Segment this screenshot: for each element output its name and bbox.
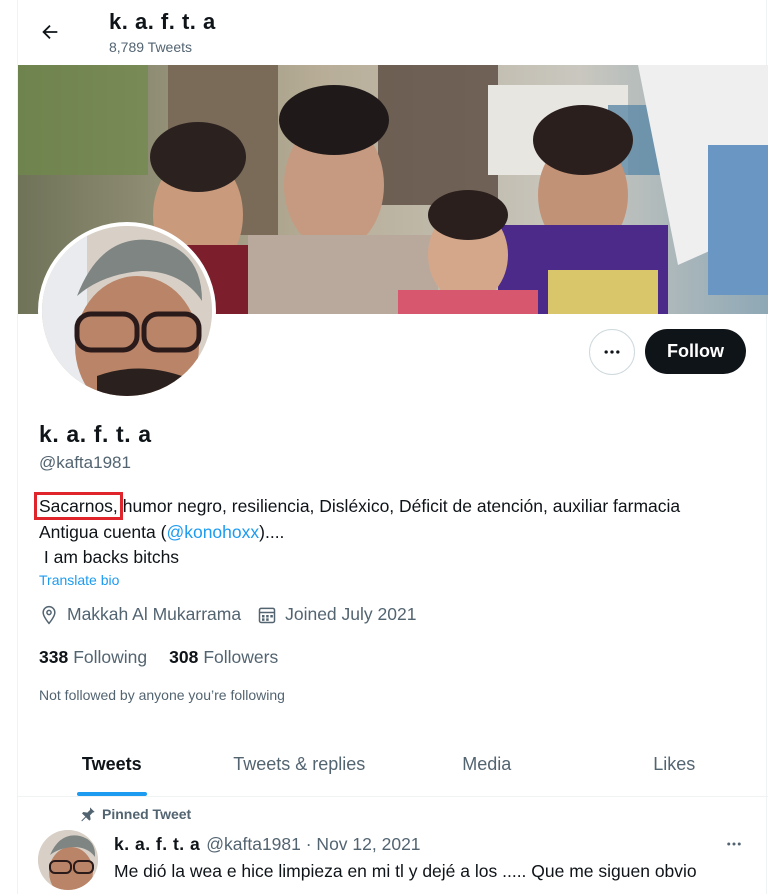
tweet-meta[interactable]: @kafta1981 · Nov 12, 2021 bbox=[206, 834, 420, 855]
tab-tweets-replies[interactable]: Tweets & replies bbox=[206, 733, 394, 796]
pinned-indicator: Pinned Tweet bbox=[80, 806, 191, 822]
more-horizontal-icon bbox=[604, 350, 620, 354]
top-header: k. a. f. t. a 8,789 Tweets bbox=[18, 0, 768, 64]
bio-line-2-suffix: ).... bbox=[259, 522, 285, 542]
bio-line-1: Sacarnos, humor negro, resiliencia, Dislé… bbox=[34, 492, 759, 520]
arrow-left-icon bbox=[42, 24, 58, 40]
joined-text: Joined July 2021 bbox=[285, 604, 417, 624]
followers-link[interactable]: 308 Followers bbox=[169, 647, 278, 668]
profile-handle: @kafta1981 bbox=[39, 453, 131, 472]
tweet-more-button[interactable] bbox=[722, 832, 746, 856]
tweet-author-name[interactable]: k. a. f. t. a bbox=[114, 834, 200, 855]
pinned-label: Pinned Tweet bbox=[102, 806, 192, 822]
header-title: k. a. f. t. a bbox=[109, 9, 216, 34]
following-link[interactable]: 338 Following bbox=[39, 647, 147, 668]
tab-tweets[interactable]: Tweets bbox=[18, 733, 206, 796]
pin-icon bbox=[81, 807, 95, 822]
following-label: Following bbox=[73, 647, 148, 667]
follow-button[interactable]: Follow bbox=[645, 329, 746, 374]
more-horizontal-icon bbox=[727, 842, 741, 846]
profile-meta: Makkah Al Mukarrama Joined July 2021 bbox=[39, 604, 432, 625]
not-followed-note: Not followed by anyone you’re following bbox=[39, 687, 285, 703]
tab-likes[interactable]: Likes bbox=[581, 733, 769, 796]
location-item: Makkah Al Mukarrama bbox=[39, 604, 241, 625]
profile-bio: Sacarnos, humor negro, resiliencia, Dislé… bbox=[34, 492, 759, 570]
followers-label: Followers bbox=[203, 647, 279, 667]
bio-line-1-text: humor negro, resiliencia, Disléxico, Déf… bbox=[122, 496, 681, 516]
follow-counts: 338 Following 308 Followers bbox=[39, 647, 300, 668]
profile-name: k. a. f. t. a bbox=[39, 421, 152, 447]
bio-line-2-prefix: Antigua cuenta ( bbox=[39, 522, 167, 542]
highlighted-word: Sacarnos, bbox=[34, 492, 123, 520]
profile-avatar[interactable] bbox=[38, 222, 216, 400]
profile-tabs: Tweets Tweets & replies Media Likes bbox=[18, 733, 768, 797]
bio-mention-link[interactable]: @konohoxx bbox=[166, 522, 259, 542]
bio-line-2: Antigua cuenta (@konohoxx).... bbox=[39, 520, 759, 545]
followers-count: 308 bbox=[169, 647, 199, 667]
tab-media[interactable]: Media bbox=[393, 733, 581, 796]
tweet-avatar[interactable] bbox=[38, 830, 98, 890]
joined-item: Joined July 2021 bbox=[257, 604, 416, 625]
following-count: 338 bbox=[39, 647, 69, 667]
back-button[interactable] bbox=[32, 14, 68, 50]
bio-line-3: I am backs bitchs bbox=[39, 547, 180, 567]
header-tweet-count: 8,789 Tweets bbox=[109, 39, 193, 55]
tweet-text: Me dió la wea e hice limpieza en mi tl y… bbox=[114, 861, 697, 881]
location-pin-icon bbox=[42, 605, 56, 624]
location-text: Makkah Al Mukarrama bbox=[67, 604, 242, 624]
translate-bio-link[interactable]: Translate bio bbox=[39, 572, 119, 588]
more-options-button[interactable] bbox=[589, 329, 635, 375]
calendar-icon bbox=[258, 607, 276, 623]
tweet-header: k. a. f. t. a @kafta1981 · Nov 12, 2021 bbox=[114, 834, 421, 855]
profile-column: k. a. f. t. a 8,789 Tweets Follow k. a. … bbox=[17, 0, 768, 894]
